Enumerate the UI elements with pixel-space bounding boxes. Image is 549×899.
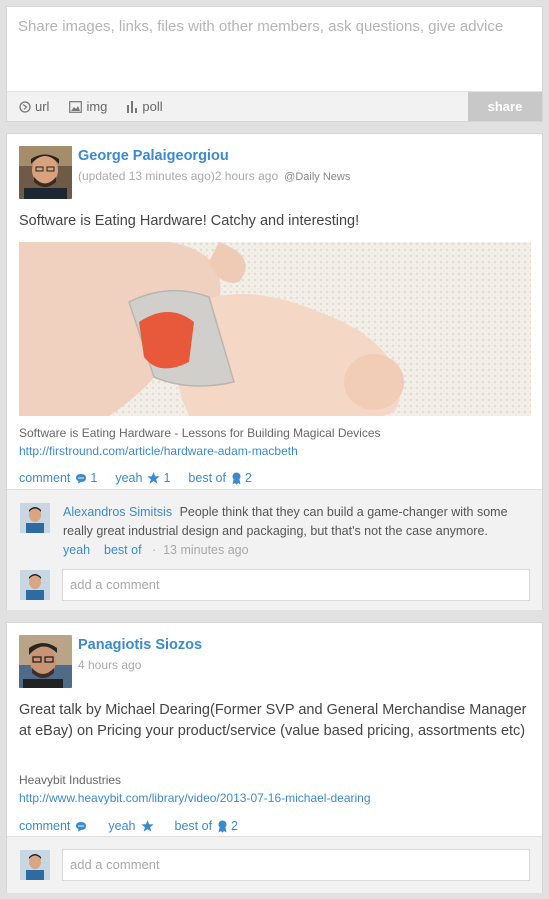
post-header: Panagiotis Siozos 4 hours ago <box>19 635 202 688</box>
bestof-count: 2 <box>244 471 252 485</box>
post-text: Software is Eating Hardware! Catchy and … <box>19 213 360 229</box>
composer-input[interactable]: Share images, links, files with other me… <box>7 7 542 93</box>
add-comment-row: add a comment <box>20 849 530 881</box>
globe-icon <box>19 100 31 113</box>
post-meta: (updated 13 minutes ago)2 hours ago @Dail… <box>78 169 350 183</box>
img-label: img <box>86 99 108 114</box>
author-name[interactable]: Panagiotis Siozos <box>78 637 202 653</box>
link-title: Heavybit Industries <box>19 773 122 787</box>
post-text: Great talk by Michael Dearing(Former SVP… <box>19 702 527 739</box>
comment-button[interactable]: comment <box>19 819 90 833</box>
comment-section: add a comment <box>7 836 542 893</box>
bestof-count: 2 <box>231 819 238 833</box>
url-label: url <box>35 99 50 114</box>
bestof-button[interactable]: best of 2 <box>175 819 238 833</box>
poll-label: poll <box>142 99 163 114</box>
post-composer: Share images, links, files with other me… <box>6 6 543 122</box>
post-time: 4 hours ago <box>78 658 142 672</box>
bestof-label: best of <box>174 819 213 833</box>
comment-label: comment <box>19 471 71 485</box>
source-tag[interactable]: @Daily News <box>284 171 350 183</box>
url-button[interactable]: url <box>19 99 49 114</box>
post-card: Panagiotis Siozos 4 hours ago Great talk… <box>6 622 543 893</box>
add-comment-input[interactable]: add a comment <box>62 569 530 601</box>
award-ribbon-icon <box>218 820 227 833</box>
speech-bubble-icon <box>76 821 87 831</box>
avatar[interactable] <box>19 146 72 199</box>
post-meta: 4 hours ago <box>78 658 202 672</box>
avatar <box>20 850 50 880</box>
comment-section: Alexandros Simitsis People think that th… <box>7 489 542 610</box>
yeah-button[interactable]: yeah 1 <box>115 471 170 485</box>
award-ribbon-icon <box>232 472 241 485</box>
speech-bubble-icon <box>76 473 87 483</box>
add-comment-row: add a comment <box>20 569 530 601</box>
post-actions: comment yeah best of 2 <box>19 819 256 833</box>
comment-label: comment <box>19 819 71 833</box>
bar-chart-icon <box>127 100 138 113</box>
bestof-label: best of <box>188 471 226 485</box>
author-name[interactable]: George Palaigeorgiou <box>78 148 350 164</box>
add-comment-input[interactable]: add a comment <box>62 849 530 881</box>
img-button[interactable]: img <box>69 99 107 114</box>
bestof-button[interactable]: best of 2 <box>188 471 251 485</box>
comment-bestof-button[interactable]: best of <box>104 543 142 557</box>
post-header: George Palaigeorgiou (updated 13 minutes… <box>19 146 350 199</box>
comment-button[interactable]: comment 1 <box>19 471 97 485</box>
updated-time: (updated 13 minutes ago) <box>78 169 215 183</box>
yeah-label: yeah <box>115 471 143 485</box>
avatar[interactable] <box>19 635 72 688</box>
composer-toolbar: url img poll share <box>7 91 542 121</box>
comment-separator: · <box>151 543 157 557</box>
star-icon <box>147 472 161 484</box>
comment-meta: yeah best of · 13 minutes ago <box>63 541 532 560</box>
link-url[interactable]: http://firstround.com/article/hardware-a… <box>19 444 298 458</box>
image-icon <box>69 100 83 113</box>
comment-item: Alexandros Simitsis People think that th… <box>20 503 532 560</box>
post-image[interactable] <box>19 242 531 416</box>
comment-time: 13 minutes ago <box>163 543 249 557</box>
comment-yeah-button[interactable]: yeah <box>63 543 90 557</box>
yeah-label: yeah <box>108 819 136 833</box>
share-button[interactable]: share <box>468 92 542 121</box>
avatar[interactable] <box>20 503 50 533</box>
post-card: George Palaigeorgiou (updated 13 minutes… <box>6 133 543 610</box>
link-title: Software is Eating Hardware - Lessons fo… <box>19 426 381 440</box>
yeah-count: 1 <box>163 471 171 485</box>
yeah-button[interactable]: yeah <box>108 819 156 833</box>
post-time: 2 hours ago <box>214 169 279 183</box>
comment-author[interactable]: Alexandros Simitsis <box>63 505 172 519</box>
star-icon <box>140 820 154 832</box>
link-url[interactable]: http://www.heavybit.com/library/video/20… <box>19 791 371 805</box>
comment-count: 1 <box>90 471 98 485</box>
post-actions: comment 1 yeah 1 best of 2 <box>19 471 270 485</box>
poll-button[interactable]: poll <box>127 99 163 114</box>
avatar <box>20 570 50 600</box>
